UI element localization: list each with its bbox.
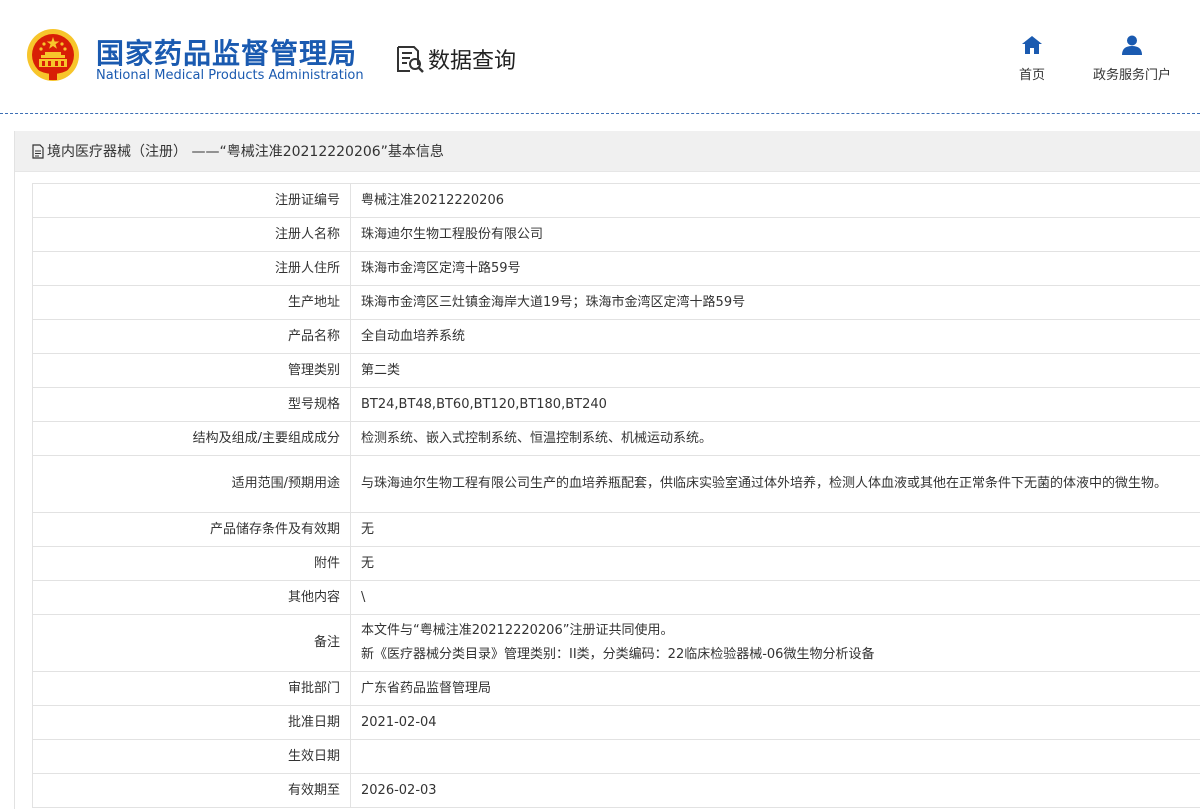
data-query-text: 数据查询: [428, 49, 517, 74]
table-row: 产品储存条件及有效期 无: [32, 512, 1200, 547]
row-label: 批准日期: [32, 705, 351, 740]
row-value: 珠海市金湾区定湾十路59号: [350, 251, 1200, 286]
row-value: 第二类: [350, 353, 1200, 388]
row-label: 结构及组成/主要组成成分: [32, 421, 351, 456]
table-row: 其他内容 \: [32, 580, 1200, 615]
table-row: 批准日期 2021-02-04: [32, 705, 1200, 740]
table-row: 适用范围/预期用途 与珠海迪尔生物工程有限公司生产的血培养瓶配套，供临床实验室通…: [32, 455, 1200, 513]
table-row: 审批部门 广东省药品监督管理局: [32, 671, 1200, 706]
table-row: 有效期至 2026-02-03: [32, 773, 1200, 808]
document-icon: [32, 143, 44, 159]
table-row: 备注 本文件与“粤械注准20212220206”注册证共同使用。 新《医疗器械分…: [32, 614, 1200, 672]
table-row: 结构及组成/主要组成成分 检测系统、嵌入式控制系统、恒温控制系统、机械运动系统。: [32, 421, 1200, 456]
row-value: 珠海市金湾区三灶镇金海岸大道19号；珠海市金湾区定湾十路59号: [350, 285, 1200, 320]
national-emblem-icon: [27, 29, 79, 81]
table-row: 注册人名称 珠海迪尔生物工程股份有限公司: [32, 217, 1200, 252]
row-value: [350, 739, 1200, 774]
home-icon: [1022, 36, 1042, 54]
row-value: 全自动血培养系统: [350, 319, 1200, 354]
row-label: 注册证编号: [32, 183, 351, 218]
row-label: 审批部门: [32, 671, 351, 706]
remark-line: 新《医疗器械分类目录》管理类别：II类，分类编码：22临床检验器械-06微生物分…: [361, 647, 875, 662]
table-row: 产品名称 全自动血培养系统: [32, 319, 1200, 354]
row-label: 有效期至: [32, 773, 351, 808]
remark-line: 本文件与“粤械注准20212220206”注册证共同使用。: [361, 623, 674, 638]
brand-title-cn: 国家药品监督管理局: [96, 37, 358, 70]
row-label: 备注: [32, 614, 351, 672]
row-value: 检测系统、嵌入式控制系统、恒温控制系统、机械运动系统。: [350, 421, 1200, 456]
panel-title: 境内医疗器械（注册） ——“粤械注准20212220206”基本信息: [47, 144, 444, 160]
row-value: BT24,BT48,BT60,BT120,BT180,BT240: [350, 387, 1200, 422]
row-value: 无: [350, 546, 1200, 581]
document-search-icon: [397, 46, 424, 73]
row-label: 管理类别: [32, 353, 351, 388]
row-label: 产品储存条件及有效期: [32, 512, 351, 547]
row-label: 型号规格: [32, 387, 351, 422]
row-value: 2021-02-04: [350, 705, 1200, 740]
row-label: 注册人名称: [32, 217, 351, 252]
row-value: \: [350, 580, 1200, 615]
nav-home-label: 首页: [1018, 68, 1045, 83]
row-label: 其他内容: [32, 580, 351, 615]
table-row: 注册证编号 粤械注准20212220206: [32, 183, 1200, 218]
brand-title-en: National Medical Products Administration: [96, 68, 364, 83]
nav-service-portal[interactable]: 政务服务门户: [1086, 34, 1178, 83]
row-value: 珠海迪尔生物工程股份有限公司: [350, 217, 1200, 252]
table-row: 型号规格 BT24,BT48,BT60,BT120,BT180,BT240: [32, 387, 1200, 422]
table-row: 注册人住所 珠海市金湾区定湾十路59号: [32, 251, 1200, 286]
row-value: 本文件与“粤械注准20212220206”注册证共同使用。 新《医疗器械分类目录…: [350, 614, 1200, 672]
row-value: 无: [350, 512, 1200, 547]
nav-home[interactable]: 首页: [1014, 34, 1050, 83]
detail-panel: 境内医疗器械（注册） ——“粤械注准20212220206”基本信息 注册证编号…: [14, 131, 1200, 809]
row-value: 广东省药品监督管理局: [350, 671, 1200, 706]
data-query-label: 数据查询: [394, 42, 516, 76]
row-label: 生效日期: [32, 739, 351, 774]
row-label: 注册人住所: [32, 251, 351, 286]
row-label: 产品名称: [32, 319, 351, 354]
table-row: 管理类别 第二类: [32, 353, 1200, 388]
nav-portal-label: 政务服务门户: [1092, 68, 1171, 83]
row-label: 生产地址: [32, 285, 351, 320]
user-icon: [1122, 35, 1142, 55]
row-label: 适用范围/预期用途: [32, 455, 351, 513]
table-row: 生产地址 珠海市金湾区三灶镇金海岸大道19号；珠海市金湾区定湾十路59号: [32, 285, 1200, 320]
row-label: 附件: [32, 546, 351, 581]
row-value: 与珠海迪尔生物工程有限公司生产的血培养瓶配套，供临床实验室通过体外培养，检测人体…: [350, 455, 1200, 513]
table-row: 附件 无: [32, 546, 1200, 581]
row-value: 粤械注准20212220206: [350, 183, 1200, 218]
registration-info-table: 注册证编号 粤械注准20212220206 注册人名称 珠海迪尔生物工程股份有限…: [32, 183, 1200, 808]
row-value: 2026-02-03: [350, 773, 1200, 808]
site-header: 国家药品监督管理局 National Medical Products Admi…: [0, 0, 1200, 113]
table-row: 生效日期: [32, 739, 1200, 774]
panel-title-bar: 境内医疗器械（注册） ——“粤械注准20212220206”基本信息: [15, 131, 1200, 172]
header-divider: [0, 113, 1200, 114]
